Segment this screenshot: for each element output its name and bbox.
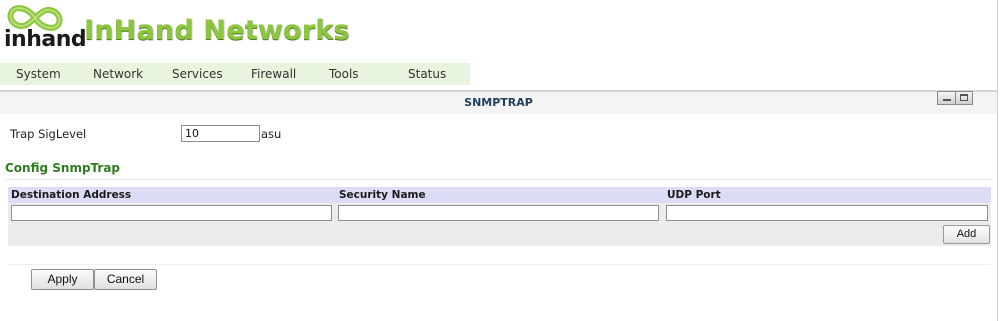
footer-divider — [8, 264, 991, 265]
nav-item-firewall[interactable]: Firewall — [251, 67, 296, 81]
page-border — [997, 0, 998, 321]
trap-siglevel-label: Trap SigLevel — [10, 127, 87, 141]
config-snmptrap-heading: Config SnmpTrap — [5, 161, 121, 175]
add-button[interactable]: Add — [943, 225, 990, 244]
main-nav: System Network Services Firewall Tools S… — [0, 63, 470, 85]
nav-item-status[interactable]: Status — [408, 67, 446, 81]
trap-siglevel-unit: asu — [261, 127, 282, 141]
table-header-row — [8, 187, 991, 203]
apply-button[interactable]: Apply — [31, 269, 94, 290]
nav-item-services[interactable]: Services — [172, 67, 223, 81]
nav-item-system[interactable]: System — [16, 67, 61, 81]
nav-item-tools[interactable]: Tools — [329, 67, 359, 81]
minimize-icon[interactable] — [938, 92, 955, 104]
maximize-icon[interactable] — [954, 92, 972, 104]
page-title: SNMPTRAP — [464, 96, 533, 109]
column-header-destination-address: Destination Address — [11, 189, 132, 201]
cancel-button[interactable]: Cancel — [94, 269, 157, 290]
udp-port-input[interactable] — [666, 205, 988, 221]
window-controls — [937, 91, 973, 105]
column-header-security-name: Security Name — [339, 189, 426, 201]
destination-address-input[interactable] — [11, 205, 332, 221]
column-header-udp-port: UDP Port — [667, 189, 721, 201]
logo-wordmark: inhand — [4, 27, 87, 52]
brand-name: InHand Networks — [84, 15, 350, 46]
security-name-input[interactable] — [338, 205, 659, 221]
section-divider — [5, 179, 993, 180]
inhand-logo: inhand — [4, 3, 87, 59]
nav-item-network[interactable]: Network — [93, 67, 143, 81]
trap-siglevel-input[interactable] — [181, 125, 260, 142]
